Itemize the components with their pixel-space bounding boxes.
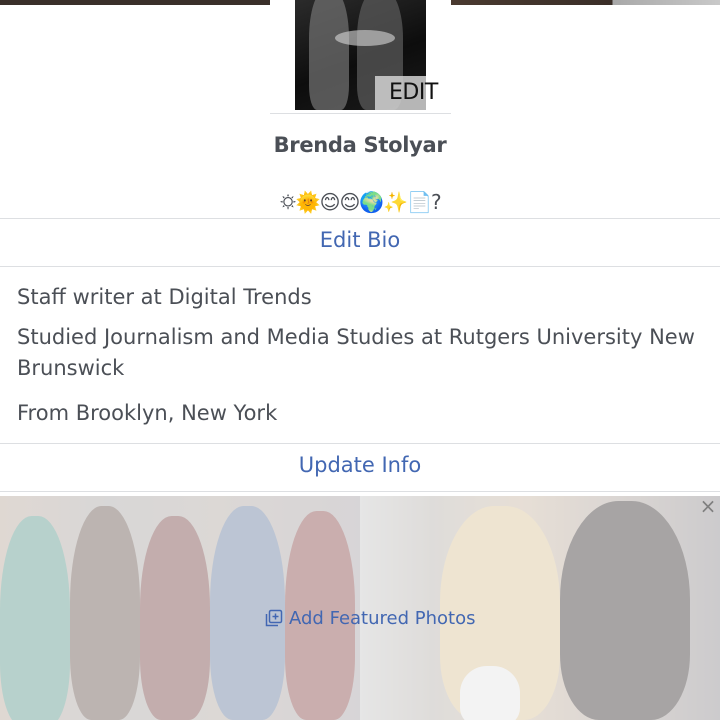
edit-photo-button[interactable]: EDIT xyxy=(375,76,438,110)
cover-photo-right[interactable] xyxy=(451,0,720,5)
emoji-bio: 🌣🌞😊😊🌍✨📄? xyxy=(279,190,441,214)
info-work: Staff writer at Digital Trends xyxy=(17,285,312,309)
divider xyxy=(0,491,720,492)
edit-bio-link[interactable]: Edit Bio xyxy=(0,228,720,252)
close-icon[interactable]: × xyxy=(699,496,717,516)
divider xyxy=(0,443,720,444)
add-featured-photos-button[interactable]: Add Featured Photos xyxy=(265,605,475,631)
update-info-link[interactable]: Update Info xyxy=(0,453,720,477)
info-education: Studied Journalism and Media Studies at … xyxy=(17,325,695,380)
photo-highlight xyxy=(335,30,395,46)
add-photo-icon xyxy=(265,609,283,627)
profile-name: Brenda Stolyar xyxy=(273,133,447,157)
cover-photo-left[interactable] xyxy=(0,0,270,5)
add-featured-photos-label: Add Featured Photos xyxy=(289,607,476,629)
divider xyxy=(0,266,720,267)
info-hometown: From Brooklyn, New York xyxy=(17,401,278,425)
photo-figure xyxy=(309,0,349,110)
divider xyxy=(0,218,720,219)
